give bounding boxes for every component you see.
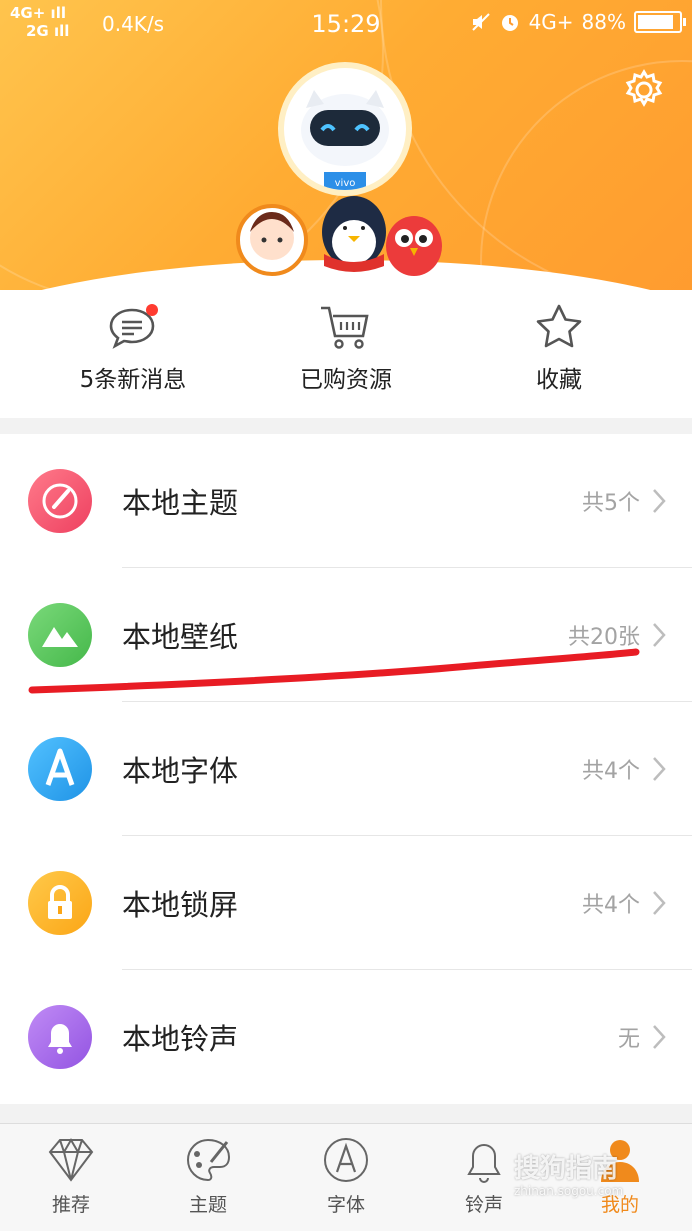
quick-actions: 5条新消息 已购资源 收藏 xyxy=(0,290,692,418)
status-right: 4G+ 88% xyxy=(471,10,686,34)
robot-mascot-icon: vivo xyxy=(301,90,389,190)
item-count: 共4个 xyxy=(582,759,640,784)
chevron-right-icon xyxy=(653,1025,666,1049)
favorites-button[interactable]: 收藏 xyxy=(459,302,659,394)
font-icon xyxy=(324,1138,368,1182)
bell-icon xyxy=(467,1144,501,1183)
item-count: 共20张 xyxy=(568,625,640,650)
mascot-characters xyxy=(236,196,442,276)
tab-label: 主题 xyxy=(188,1194,227,1216)
watermark-url: zhinan.sogou.com xyxy=(514,1184,624,1198)
mute-icon xyxy=(471,13,490,31)
messages-label: 5条新消息 xyxy=(79,367,187,393)
favorites-label: 收藏 xyxy=(536,367,582,393)
item-title: 本地锁屏 xyxy=(122,888,239,922)
chevron-right-icon xyxy=(653,489,666,513)
lock-icon xyxy=(28,871,92,935)
item-count: 共5个 xyxy=(582,491,640,516)
star-icon xyxy=(536,304,582,348)
list-item-local-ringtone[interactable]: 本地铃声 无 xyxy=(0,970,692,1104)
list-item-local-font[interactable]: 本地字体 共4个 xyxy=(0,702,692,836)
avatar[interactable]: vivo xyxy=(278,62,412,196)
tab-label: 推荐 xyxy=(51,1194,90,1216)
item-count: 无 xyxy=(617,1027,640,1052)
brush-icon xyxy=(28,469,92,533)
battery-icon xyxy=(634,11,686,33)
item-title: 本地字体 xyxy=(122,754,239,788)
purchased-label: 已购资源 xyxy=(300,367,392,393)
message-icon xyxy=(109,304,158,349)
letter-a-icon xyxy=(28,737,92,801)
tab-recommend[interactable]: 推荐 xyxy=(2,1136,140,1217)
watermark: 搜狗指南 xyxy=(514,1154,619,1184)
local-resources-list: 本地主题 共5个 本地壁纸 共20张 本地字体 共4个 本地锁屏 共4个 本地铃… xyxy=(0,434,692,1104)
item-title: 本地铃声 xyxy=(122,1022,239,1056)
list-item-local-lockscreen[interactable]: 本地锁屏 共4个 xyxy=(0,836,692,970)
list-item-local-theme[interactable]: 本地主题 共5个 xyxy=(0,434,692,568)
list-item-local-wallpaper[interactable]: 本地壁纸 共20张 xyxy=(0,568,692,702)
cart-icon xyxy=(321,306,369,349)
chevron-right-icon xyxy=(653,623,666,647)
item-title: 本地主题 xyxy=(122,486,239,520)
tab-label: 字体 xyxy=(326,1194,365,1216)
tab-theme[interactable]: 主题 xyxy=(139,1136,277,1217)
tab-font[interactable]: 字体 xyxy=(277,1136,415,1217)
purchased-button[interactable]: 已购资源 xyxy=(246,302,446,394)
item-count: 共4个 xyxy=(582,893,640,918)
chevron-right-icon xyxy=(653,891,666,915)
chevron-right-icon xyxy=(653,757,666,781)
status-bar: 4G+ ıll 2G ıll 0.4K/s 15:29 4G+ 88% xyxy=(0,0,692,48)
palette-icon xyxy=(187,1138,231,1182)
alarm-icon xyxy=(501,15,518,31)
network-type: 4G+ xyxy=(528,10,574,34)
bell-icon xyxy=(28,1005,92,1069)
mountain-icon xyxy=(28,603,92,667)
battery-percent: 88% xyxy=(581,10,626,34)
messages-button[interactable]: 5条新消息 xyxy=(33,302,233,394)
gear-icon[interactable] xyxy=(622,68,666,112)
item-title: 本地壁纸 xyxy=(122,620,239,654)
diamond-icon xyxy=(48,1138,94,1182)
